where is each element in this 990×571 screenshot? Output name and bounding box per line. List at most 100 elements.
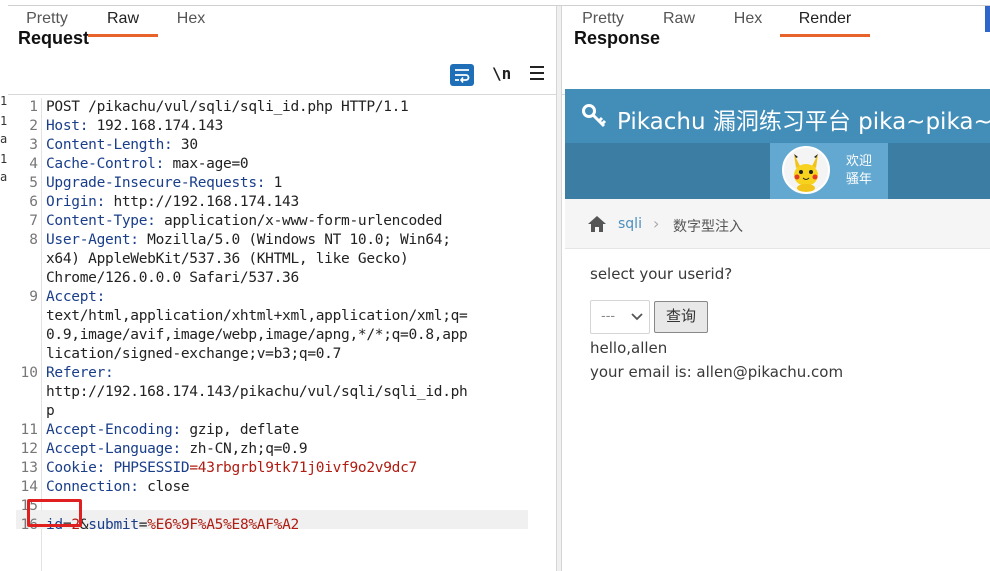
header-name: Accept:	[46, 289, 106, 305]
header-value: close	[138, 479, 190, 495]
code-line: p	[46, 402, 55, 421]
line-number: 2	[29, 118, 38, 134]
code-line: x64) AppleWebKit/537.36 (KHTML, like Gec…	[46, 250, 409, 269]
code-line: POST /pikachu/vul/sqli/sqli_id.php HTTP/…	[46, 98, 409, 117]
user-menu[interactable]: 欢迎 骚年	[770, 143, 888, 199]
code-line: http://192.168.174.143/pikachu/vul/sqli/…	[46, 383, 468, 402]
request-editor[interactable]: 1 POST /pikachu/vul/sqli/sqli_id.php HTTP…	[16, 98, 556, 571]
line-text: http://192.168.174.143/pikachu/vul/sqli/…	[46, 384, 468, 400]
code-line: Origin: http://192.168.174.143	[46, 193, 299, 212]
body-line: id=2&submit=%E6%9F%A5%E8%AF%A2	[46, 516, 299, 535]
breadcrumb: sqli › 数字型注入	[565, 199, 990, 249]
breadcrumb-current: 数字型注入	[673, 219, 743, 235]
header-name: Accept-Encoding:	[46, 422, 181, 438]
line-text: 0.9,image/avif,image/webp,image/apng,*/*…	[46, 327, 468, 343]
query-button[interactable]: 查询	[654, 301, 708, 333]
edge-fragment: 1	[0, 152, 8, 166]
cookie-name: PHPSESSID	[105, 460, 190, 476]
line-number: 6	[29, 194, 38, 210]
site-title: Pikachu 漏洞练习平台 pika~pika~	[617, 109, 990, 135]
code-line: text/html,application/xhtml+xml,applicat…	[46, 307, 468, 326]
header-name: Origin:	[46, 194, 106, 210]
header-value: http://192.168.174.143	[105, 194, 299, 210]
code-line: Connection: close	[46, 478, 190, 497]
pikachu-avatar-icon	[794, 154, 818, 192]
header-value: Mozilla/5.0 (Windows NT 10.0; Win64;	[138, 232, 451, 248]
line-number: 13	[20, 460, 38, 476]
code-line: Upgrade-Insecure-Requests: 1	[46, 174, 282, 193]
id-param-highlight-box	[27, 499, 82, 527]
code-line: lication/signed-exchange;v=b3;q=0.7	[46, 345, 341, 364]
request-panel: Request Pretty Raw Hex \n 1 POST /pikachu…	[8, 6, 556, 571]
line-number: 3	[29, 137, 38, 153]
edge-fragment: a	[0, 170, 8, 184]
header-name: User-Agent:	[46, 232, 139, 248]
line-text: text/html,application/xhtml+xml,applicat…	[46, 308, 468, 324]
window-corner-accent	[985, 6, 990, 32]
userid-prompt: select your userid?	[590, 265, 733, 283]
request-tab-pretty[interactable]: Pretty	[24, 6, 70, 34]
word-wrap-icon	[455, 69, 470, 83]
header-name: Content-Type:	[46, 213, 156, 229]
word-wrap-button[interactable]	[450, 64, 474, 86]
line-number: 11	[20, 422, 38, 438]
breadcrumb-link-sqli[interactable]: sqli	[618, 216, 642, 232]
line-number: 8	[29, 232, 38, 248]
response-tab-raw[interactable]: Raw	[662, 6, 696, 34]
code-line: Content-Length: 30	[46, 136, 198, 155]
code-line: Accept:	[46, 288, 105, 307]
header-name: Referer:	[46, 365, 114, 381]
param-submit-value: %E6%9F%A5%E8%AF%A2	[147, 517, 299, 533]
home-icon[interactable]	[587, 215, 607, 233]
header-value: 1	[265, 175, 283, 191]
avatar	[782, 146, 830, 194]
edge-fragment: 1	[0, 94, 8, 108]
breadcrumb-separator: ›	[653, 214, 660, 233]
header-value: zh-CN,zh;q=0.9	[180, 441, 308, 457]
cookie-value: =43rbgrbl9tk71j0ivf9o2v9dc7	[189, 460, 417, 476]
header-name: Content-Length:	[46, 137, 173, 153]
greeting-line-2: 骚年	[846, 172, 873, 187]
header-value: 192.168.174.143	[88, 118, 224, 134]
line-number: 12	[20, 441, 38, 457]
response-tab-pretty[interactable]: Pretty	[580, 6, 626, 34]
header-name: Connection:	[46, 479, 139, 495]
chevron-down-icon	[631, 313, 643, 321]
code-line: Cookie: PHPSESSID=43rbgrbl9tk71j0ivf9o2v…	[46, 459, 417, 478]
line-text: POST /pikachu/vul/sqli/sqli_id.php HTTP/…	[46, 99, 409, 115]
code-line: Chrome/126.0.0.0 Safari/537.36	[46, 269, 299, 288]
line-number: 1	[29, 99, 38, 115]
header-value: 30	[172, 137, 198, 153]
code-line: Content-Type: application/x-www-form-url…	[46, 212, 443, 231]
edge-fragment: a	[0, 132, 8, 146]
request-tab-raw[interactable]: Raw	[88, 6, 158, 37]
request-tabs-divider	[8, 94, 556, 95]
header-name: Host:	[46, 118, 89, 134]
select-value: ---	[601, 309, 616, 324]
code-line: Accept-Encoding: gzip, deflate	[46, 421, 299, 440]
line-text: lication/signed-exchange;v=b3;q=0.7	[46, 346, 342, 362]
code-line: User-Agent: Mozilla/5.0 (Windows NT 10.0…	[46, 231, 451, 250]
line-number: 7	[29, 213, 38, 229]
code-line: Cache-Control: max-age=0	[46, 155, 249, 174]
code-line: Accept-Language: zh-CN,zh;q=0.9	[46, 440, 308, 459]
show-newlines-button[interactable]: \n	[492, 64, 511, 83]
hamburger-menu-icon[interactable]	[530, 66, 544, 84]
response-tab-hex[interactable]: Hex	[732, 6, 764, 34]
line-number: 4	[29, 156, 38, 172]
code-line: Host: 192.168.174.143	[46, 117, 223, 136]
code-line: 0.9,image/avif,image/webp,image/apng,*/*…	[46, 326, 468, 345]
header-value: max-age=0	[164, 156, 249, 172]
line-text: Chrome/126.0.0.0 Safari/537.36	[46, 270, 299, 286]
result-greeting: hello,allen	[590, 339, 668, 357]
line-number: 10	[20, 365, 38, 381]
userid-select[interactable]: ---	[590, 300, 650, 334]
header-value: application/x-www-form-urlencoded	[155, 213, 443, 229]
edge-fragment: 1	[0, 114, 8, 128]
response-tab-render[interactable]: Render	[780, 6, 870, 37]
line-text: p	[46, 403, 55, 419]
request-tab-hex[interactable]: Hex	[174, 6, 208, 34]
param-eq: =	[138, 517, 148, 533]
result-email: your email is: allen@pikachu.com	[590, 363, 844, 381]
rendered-page: Pikachu 漏洞练习平台 pika~pika~ 欢迎 骚年 sqli › 数…	[565, 89, 990, 571]
